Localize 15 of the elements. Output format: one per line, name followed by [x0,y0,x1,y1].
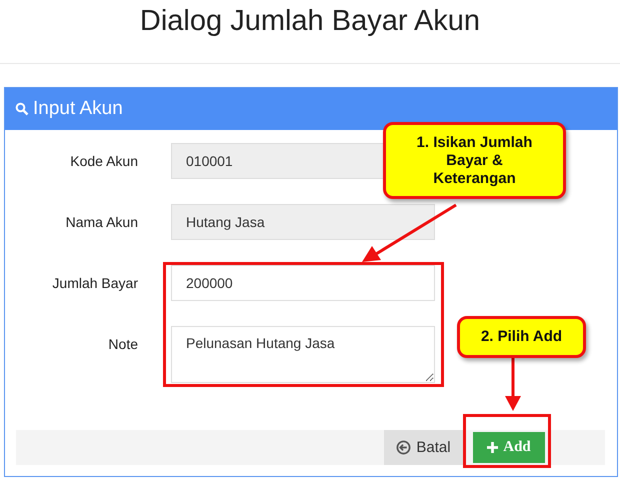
search-icon [15,102,29,116]
field-label: Jumlah Bayar [51,274,138,291]
instruction-tooltip: 2. Pilih Add [457,316,586,358]
text-field[interactable]: Hutang Jasa [171,204,435,240]
field-label: Kode Akun [69,152,138,169]
field-label: Nama Akun [64,213,138,230]
note-field[interactable]: Pelunasan Hutang Jasa [171,326,435,383]
instruction-tooltip: 1. Isikan Jumlah Bayar & Keterangan [383,122,566,199]
amount-field[interactable]: 200000 [171,265,435,301]
cancel-button[interactable]: Batal [384,430,463,465]
page-title: Dialog Jumlah Bayar Akun [138,4,482,38]
plus-icon [487,442,498,453]
field-label: Note [107,335,138,352]
panel-title: Input Akun [33,98,123,120]
arrow [505,357,521,411]
